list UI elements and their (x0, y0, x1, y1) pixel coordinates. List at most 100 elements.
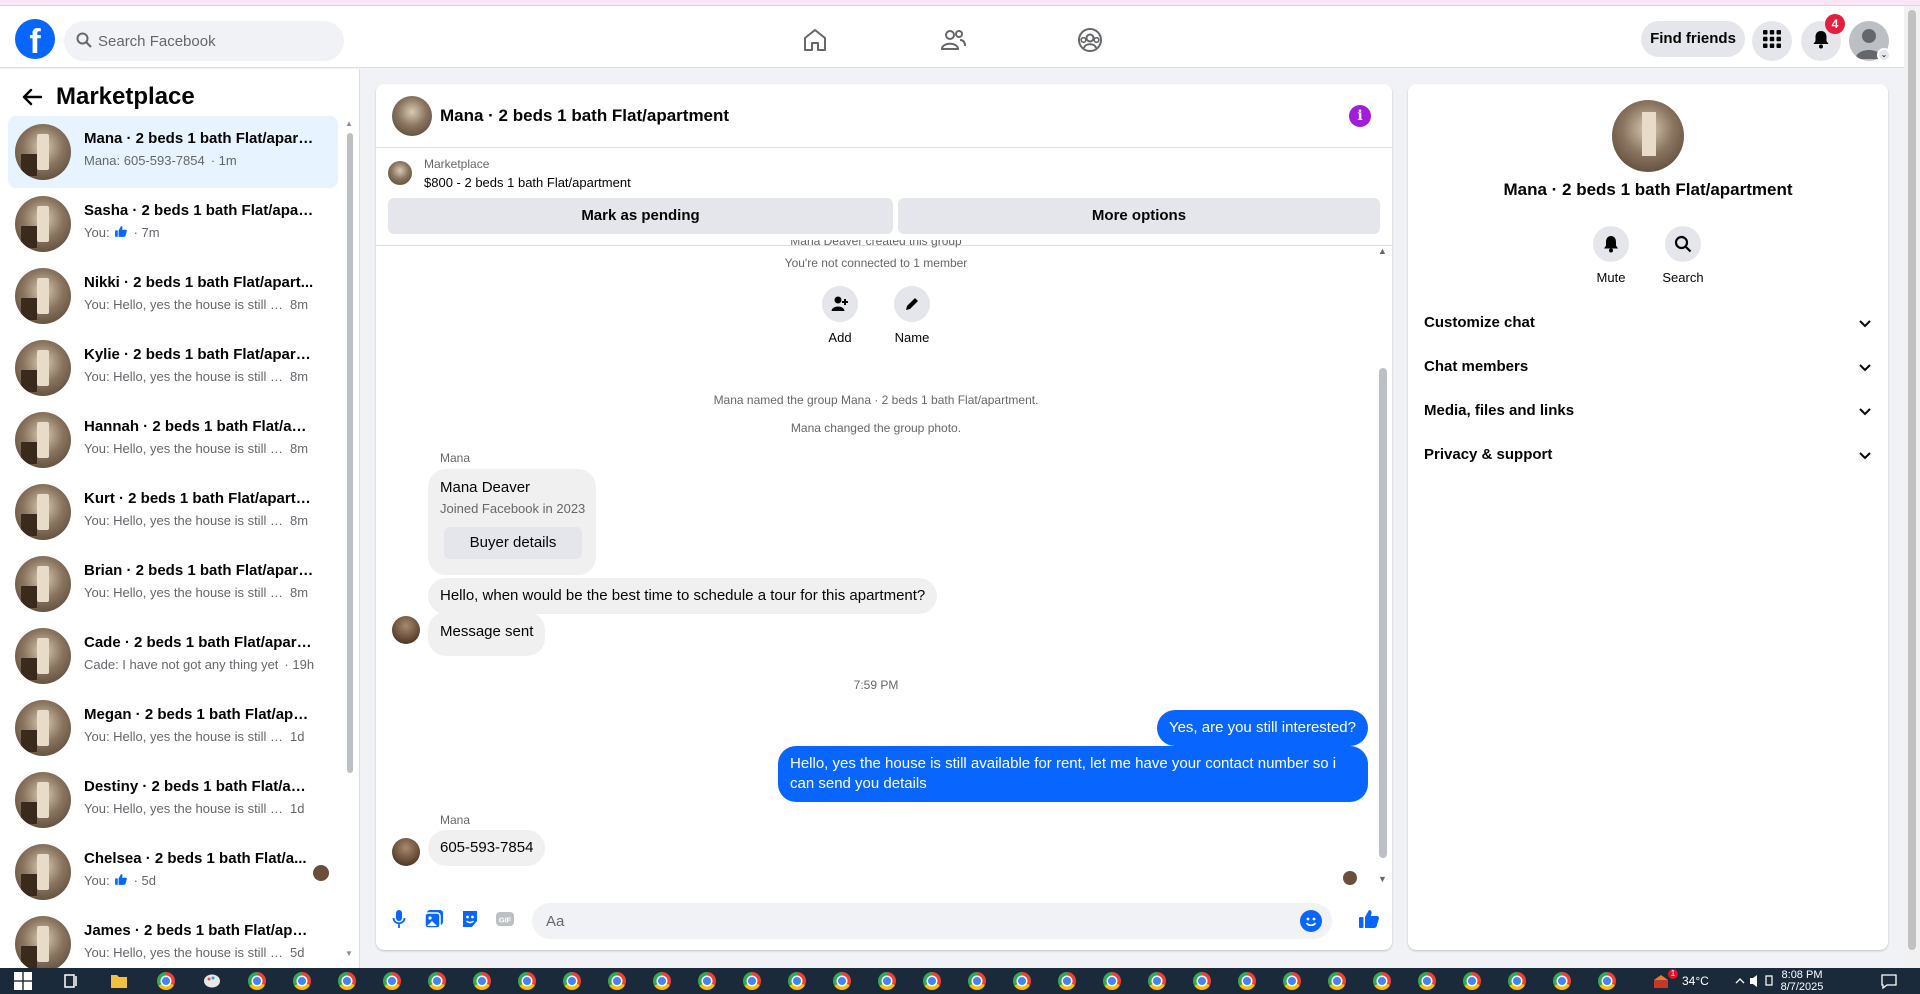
scroll-down-arrow-icon[interactable]: ▼ (1378, 874, 1387, 884)
chrome-window-icon[interactable] (1418, 972, 1436, 990)
customize-chat-section[interactable]: Customize chat (1416, 302, 1880, 346)
chrome-window-icon[interactable] (833, 972, 851, 990)
home-icon[interactable] (798, 23, 832, 57)
groups-icon[interactable] (1073, 23, 1107, 57)
chrome-window-icon[interactable] (653, 972, 671, 990)
weather-icon[interactable] (1652, 972, 1670, 990)
message-input[interactable] (546, 903, 1286, 939)
listing-price[interactable]: $800 - 2 beds 1 bath Flat/apartment (424, 175, 631, 190)
conversation-item[interactable]: Nikki · 2 beds 1 bath Flat/apart... You: … (8, 260, 338, 332)
conversation-item[interactable]: Megan · 2 beds 1 bath Flat/apart... You: … (8, 692, 338, 764)
chrome-window-icon[interactable] (1148, 972, 1166, 990)
chrome-window-icon[interactable] (293, 972, 311, 990)
scroll-up-arrow-icon[interactable]: ▲ (345, 119, 353, 128)
account-chevron-icon[interactable]: ⌄ (1877, 48, 1891, 62)
chrome-window-icon[interactable] (563, 972, 581, 990)
scroll-down-arrow-icon[interactable]: ▼ (345, 949, 353, 958)
page-scrollbar[interactable] (1904, 6, 1920, 968)
sidebar-scrollbar[interactable]: ▲ ▼ (345, 119, 355, 959)
message-bubble-incoming[interactable]: 605-593-7854 (428, 830, 546, 866)
buyer-details-button[interactable]: Buyer details (444, 527, 582, 559)
chrome-window-icon[interactable] (923, 972, 941, 990)
chrome-window-icon[interactable] (1058, 972, 1076, 990)
name-group-action[interactable]: Name (882, 286, 942, 345)
friends-icon[interactable] (936, 23, 970, 57)
conversation-item[interactable]: Destiny · 2 beds 1 bath Flat/apar... You:… (8, 764, 338, 836)
chrome-window-icon[interactable] (1238, 972, 1256, 990)
chrome-window-icon[interactable] (383, 972, 401, 990)
sticker-icon[interactable] (459, 908, 481, 930)
listing-thumbnail[interactable] (388, 161, 412, 185)
chrome-window-icon[interactable] (518, 972, 536, 990)
chrome-window-icon[interactable] (1283, 972, 1301, 990)
chrome-window-icon[interactable] (1193, 972, 1211, 990)
message-bubble-incoming[interactable]: Message sent (428, 612, 546, 656)
chrome-window-icon[interactable] (248, 972, 266, 990)
photo-icon[interactable] (423, 908, 445, 930)
chrome-window-icon[interactable] (968, 972, 986, 990)
conversation-item[interactable]: Chelsea · 2 beds 1 bath Flat/a... You: · 5… (8, 836, 338, 908)
chat-members-section[interactable]: Chat members (1416, 346, 1880, 390)
search-box[interactable] (64, 21, 344, 61)
message-bubble-incoming[interactable]: Hello, when would be the best time to sc… (428, 578, 938, 614)
message-input-box[interactable] (532, 903, 1332, 939)
mute-action[interactable]: Mute (1581, 226, 1641, 285)
task-view-icon[interactable] (62, 972, 80, 990)
media-files-links-section[interactable]: Media, files and links (1416, 390, 1880, 434)
chrome-window-icon[interactable] (608, 972, 626, 990)
microphone-icon[interactable] (388, 908, 410, 930)
info-icon[interactable]: i (1349, 105, 1371, 127)
page-scrollbar-thumb[interactable] (1908, 10, 1916, 950)
facebook-logo[interactable]: f (15, 19, 55, 59)
chrome-window-icon[interactable] (1103, 972, 1121, 990)
chrome-window-icon[interactable] (473, 972, 491, 990)
gif-icon[interactable]: GIF (494, 908, 516, 930)
conversation-item[interactable]: Kurt · 2 beds 1 bath Flat/apartm... You: … (8, 476, 338, 548)
sender-avatar[interactable] (392, 616, 420, 644)
clock[interactable]: 8:08 PM 8/7/2025 (1776, 969, 1828, 993)
windows-start-icon[interactable] (14, 972, 32, 990)
search-action[interactable]: Search (1653, 226, 1713, 285)
more-options-button[interactable]: More options (898, 198, 1380, 234)
chrome-window-icon[interactable] (1013, 972, 1031, 990)
file-explorer-icon[interactable] (110, 972, 128, 990)
back-arrow-icon[interactable] (18, 83, 46, 111)
search-input[interactable] (98, 21, 333, 61)
chat-title[interactable]: Mana · 2 beds 1 bath Flat/apartment (440, 106, 729, 126)
add-member-action[interactable]: Add (810, 286, 870, 345)
message-bubble-outgoing[interactable]: Hello, yes the house is still available … (778, 746, 1368, 802)
find-friends-button[interactable]: Find friends (1641, 21, 1745, 57)
sidebar-scrollbar-thumb[interactable] (347, 133, 353, 773)
system-tray-icons[interactable] (1734, 972, 1773, 990)
chrome-window-icon[interactable] (1508, 972, 1526, 990)
chrome-window-icon[interactable] (1463, 972, 1481, 990)
sender-avatar[interactable] (392, 838, 420, 866)
chrome-window-icon[interactable] (1328, 972, 1346, 990)
conversation-item[interactable]: Brian · 2 beds 1 bath Flat/apart... You: … (8, 548, 338, 620)
chat-scrollbar[interactable]: ▲ ▼ (1376, 246, 1390, 886)
conversation-item[interactable]: Kylie · 2 beds 1 bath Flat/apartm... You:… (8, 332, 338, 404)
emoji-icon[interactable] (1300, 910, 1322, 932)
chrome-icon[interactable] (157, 972, 175, 990)
scroll-up-arrow-icon[interactable]: ▲ (1378, 246, 1387, 256)
temperature-readout[interactable]: 34°C (1682, 974, 1709, 988)
menu-grid-button[interactable] (1752, 21, 1792, 61)
conversation-item[interactable]: Hannah · 2 beds 1 bath Flat/apar... You: … (8, 404, 338, 476)
paint-app-icon[interactable] (203, 972, 221, 990)
chrome-window-icon[interactable] (428, 972, 446, 990)
conversation-item[interactable]: Sasha · 2 beds 1 bath Flat/apart... You: ·… (8, 188, 338, 260)
chrome-window-icon[interactable] (338, 972, 356, 990)
message-bubble-outgoing[interactable]: Yes, are you still interested? (1156, 710, 1368, 746)
notification-center-icon[interactable] (1880, 972, 1898, 990)
chrome-window-icon[interactable] (743, 972, 761, 990)
chrome-window-icon[interactable] (1598, 972, 1616, 990)
mark-as-pending-button[interactable]: Mark as pending (388, 198, 893, 234)
chat-info-avatar[interactable] (1612, 100, 1684, 172)
chat-avatar[interactable] (392, 96, 432, 136)
like-thumb-icon[interactable] (1358, 908, 1380, 930)
conversation-item[interactable]: Cade · 2 beds 1 bath Flat/apartm... Cade:… (8, 620, 338, 692)
chrome-window-icon[interactable] (788, 972, 806, 990)
chat-scrollbar-thumb[interactable] (1379, 368, 1387, 858)
conversation-item[interactable]: Mana · 2 beds 1 bath Flat/apart... Mana: … (8, 116, 338, 188)
chrome-window-icon[interactable] (1373, 972, 1391, 990)
